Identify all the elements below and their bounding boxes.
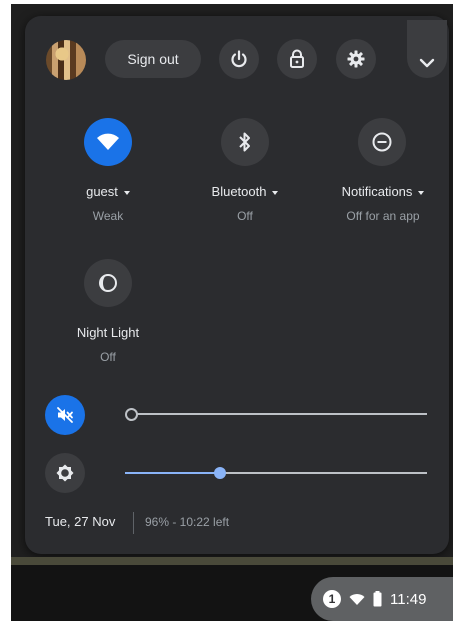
brightness-track-fill: [125, 472, 221, 474]
brightness-button[interactable]: [45, 453, 85, 493]
lock-button[interactable]: [277, 39, 317, 79]
collapse-button[interactable]: [407, 20, 447, 78]
bluetooth-toggle[interactable]: [221, 118, 269, 166]
wifi-icon: [97, 133, 119, 150]
footer-divider: [133, 512, 134, 534]
chevron-down-icon: [419, 58, 435, 68]
bluetooth-label[interactable]: Bluetooth: [200, 184, 290, 199]
wifi-status: Weak: [92, 209, 124, 223]
night-light-status: Off: [100, 350, 116, 364]
desktop: Sign out guest Weak Bluetooth Off Notifi…: [11, 4, 453, 621]
night-light-icon: [99, 274, 117, 292]
status-area[interactable]: 1 11:49: [311, 577, 453, 621]
date-label[interactable]: Tue, 27 Nov: [45, 514, 115, 529]
battery-status-icon: [373, 591, 382, 607]
wifi-label[interactable]: guest: [68, 184, 148, 199]
sign-out-button[interactable]: Sign out: [105, 40, 201, 78]
notifications-toggle[interactable]: [358, 118, 406, 166]
user-avatar[interactable]: [46, 40, 86, 80]
volume-mute-button[interactable]: [45, 395, 85, 435]
bluetooth-status: Off: [237, 209, 253, 223]
quick-settings-panel: Sign out guest Weak Bluetooth Off Notifi…: [25, 16, 449, 554]
notifications-label[interactable]: Notifications: [327, 184, 439, 199]
wifi-toggle[interactable]: [84, 118, 132, 166]
volume-muted-icon: [57, 407, 73, 423]
notification-count-badge: 1: [323, 590, 341, 608]
notifications-status: Off for an app: [346, 209, 420, 223]
night-light-label[interactable]: Night Light: [58, 325, 158, 340]
wallpaper-strip: [11, 557, 453, 565]
do-not-disturb-icon: [372, 132, 392, 152]
power-icon: [231, 50, 247, 68]
gear-icon: [347, 50, 365, 68]
battery-status-label[interactable]: 96% - 10:22 left: [145, 515, 229, 529]
clock: 11:49: [390, 590, 427, 608]
wifi-status-icon: [349, 593, 365, 605]
settings-button[interactable]: [336, 39, 376, 79]
night-light-toggle[interactable]: [84, 259, 132, 307]
brightness-thumb[interactable]: [214, 467, 226, 479]
brightness-icon: [56, 464, 74, 482]
power-button[interactable]: [219, 39, 259, 79]
bluetooth-icon: [239, 132, 250, 152]
volume-track[interactable]: [131, 413, 427, 415]
lock-icon: [290, 49, 304, 68]
volume-thumb[interactable]: [125, 408, 138, 421]
